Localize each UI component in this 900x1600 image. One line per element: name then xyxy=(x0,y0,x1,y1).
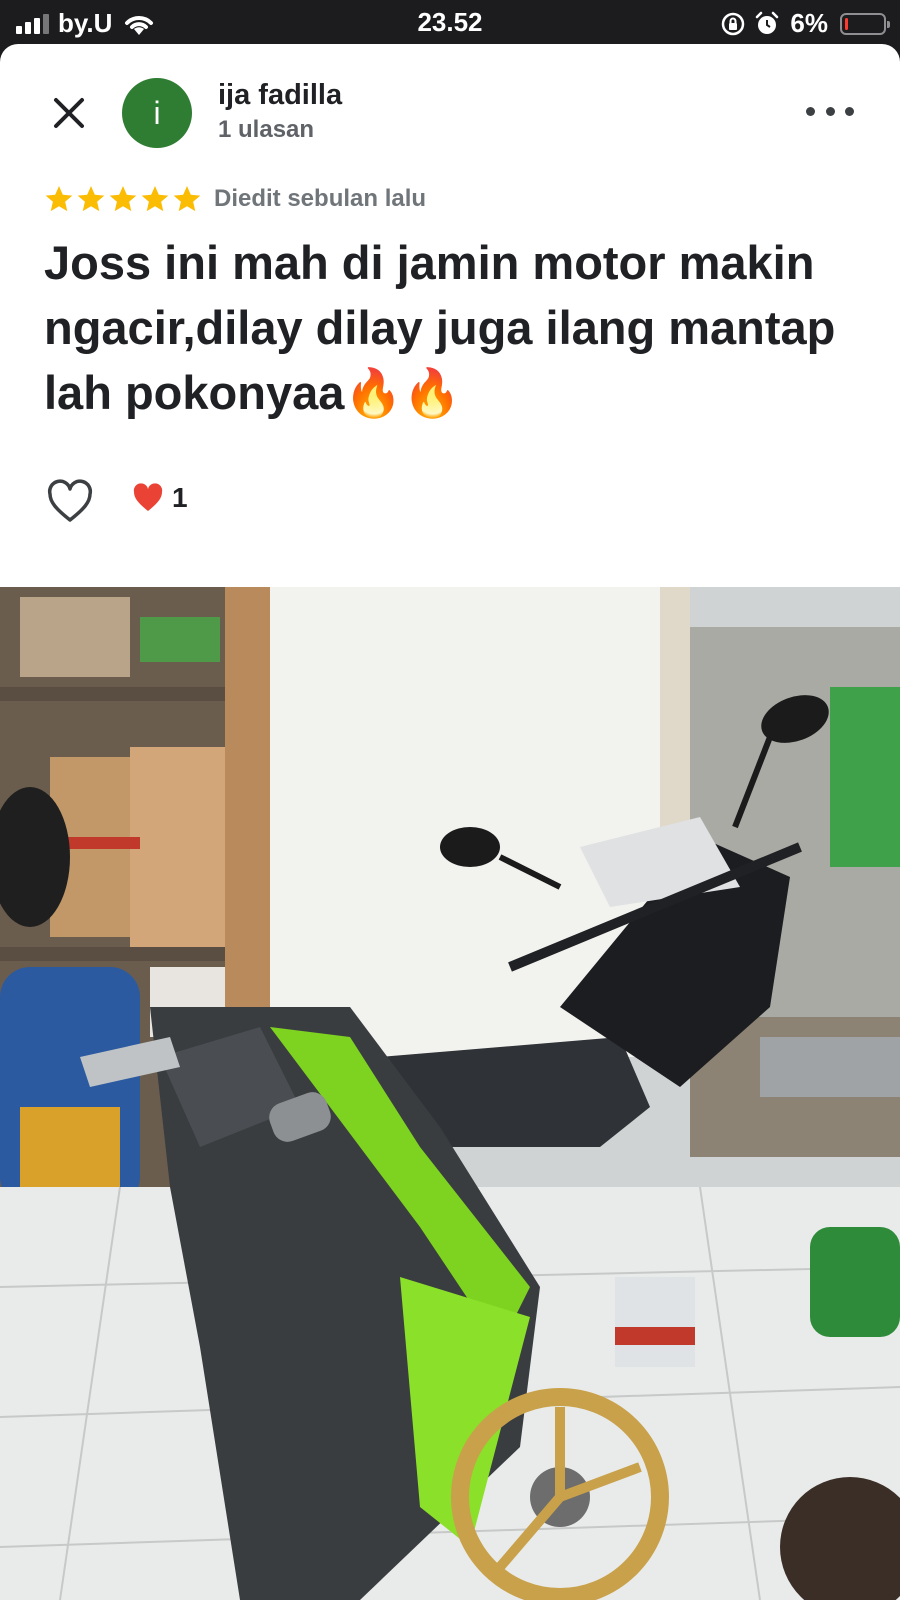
review-sheet: i ija fadilla 1 ulasan Diedit sebulan la… xyxy=(0,44,900,1600)
battery-level-fill xyxy=(845,17,848,30)
close-icon[interactable] xyxy=(48,92,90,134)
battery-percent: 6% xyxy=(790,8,828,38)
star-icon xyxy=(77,186,105,212)
review-photo-motorcycle-image xyxy=(0,587,900,1600)
star-icon xyxy=(173,186,201,212)
star-icon xyxy=(141,186,169,212)
status-bar: by.U 23.52 6% xyxy=(0,0,900,44)
star-icon xyxy=(45,186,73,212)
orientation-lock-icon xyxy=(722,12,745,35)
status-bar-right: 6% xyxy=(720,8,890,39)
like-heart-icon[interactable] xyxy=(46,478,94,526)
reviewer-name[interactable]: ija fadilla xyxy=(218,79,342,112)
edited-label: Diedit sebulan lalu xyxy=(214,185,427,212)
battery-icon xyxy=(840,12,890,35)
review-photo[interactable] xyxy=(0,587,900,1600)
more-options-icon[interactable] xyxy=(806,96,854,126)
red-heart-icon xyxy=(133,483,163,511)
star-rating xyxy=(44,184,202,214)
review-text: Joss ini mah di jamin motor makin ngacir… xyxy=(44,236,836,419)
avatar[interactable]: i xyxy=(122,78,192,148)
alarm-icon xyxy=(756,11,779,34)
like-count-number: 1 xyxy=(172,482,188,513)
like-count: 1 xyxy=(132,482,188,514)
reviewer-review-count: 1 ulasan xyxy=(218,116,315,143)
avatar-initial: i xyxy=(153,94,161,131)
star-icon xyxy=(109,186,137,212)
